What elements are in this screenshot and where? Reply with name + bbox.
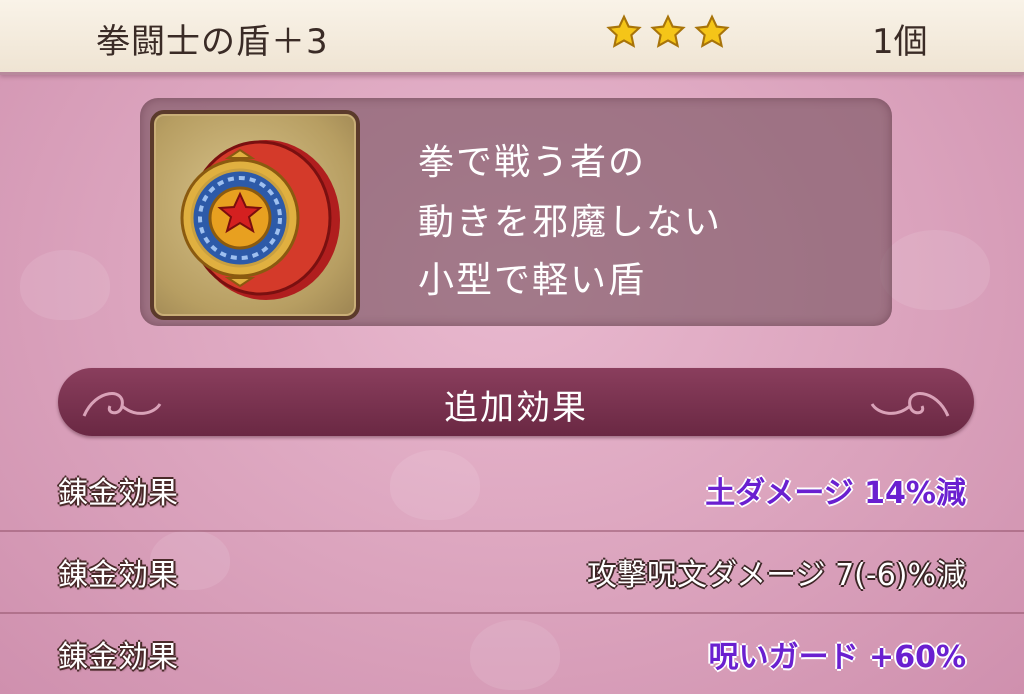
section-header: 追加効果 bbox=[58, 368, 974, 436]
item-description-line: 拳で戦う者の bbox=[418, 142, 647, 183]
effect-label: 錬金効果 bbox=[58, 640, 178, 675]
item-description-line: 動きを邪魔しない bbox=[418, 202, 723, 243]
effect-label: 錬金効果 bbox=[58, 476, 178, 511]
rarity-stars bbox=[606, 14, 730, 50]
item-header: 拳闘士の盾＋3 1個 bbox=[0, 0, 1024, 75]
item-icon-frame bbox=[150, 110, 360, 320]
star-icon bbox=[650, 14, 686, 48]
effect-row: 錬金効果 呪いガード +60% bbox=[0, 612, 1024, 694]
star-icon bbox=[694, 14, 730, 48]
effect-value: 呪いガード +60% bbox=[708, 640, 966, 675]
effect-value: 土ダメージ 14%減 bbox=[705, 476, 966, 511]
item-name: 拳闘士の盾＋3 bbox=[96, 22, 329, 62]
shield-icon bbox=[180, 140, 340, 300]
section-title: 追加効果 bbox=[444, 388, 588, 428]
effect-row: 錬金効果 土ダメージ 14%減 bbox=[0, 448, 1024, 532]
flourish-right-icon bbox=[870, 392, 950, 417]
background-pattern bbox=[880, 230, 990, 310]
effect-row: 錬金効果 攻撃呪文ダメージ 7(-6)%減 bbox=[0, 530, 1024, 614]
effect-value: 攻撃呪文ダメージ 7(-6)%減 bbox=[587, 558, 966, 593]
effect-label: 錬金効果 bbox=[58, 558, 178, 593]
item-quantity: 1個 bbox=[872, 22, 928, 62]
item-description-line: 小型で軽い盾 bbox=[418, 260, 647, 301]
star-icon bbox=[606, 14, 642, 48]
background-pattern bbox=[20, 250, 110, 320]
